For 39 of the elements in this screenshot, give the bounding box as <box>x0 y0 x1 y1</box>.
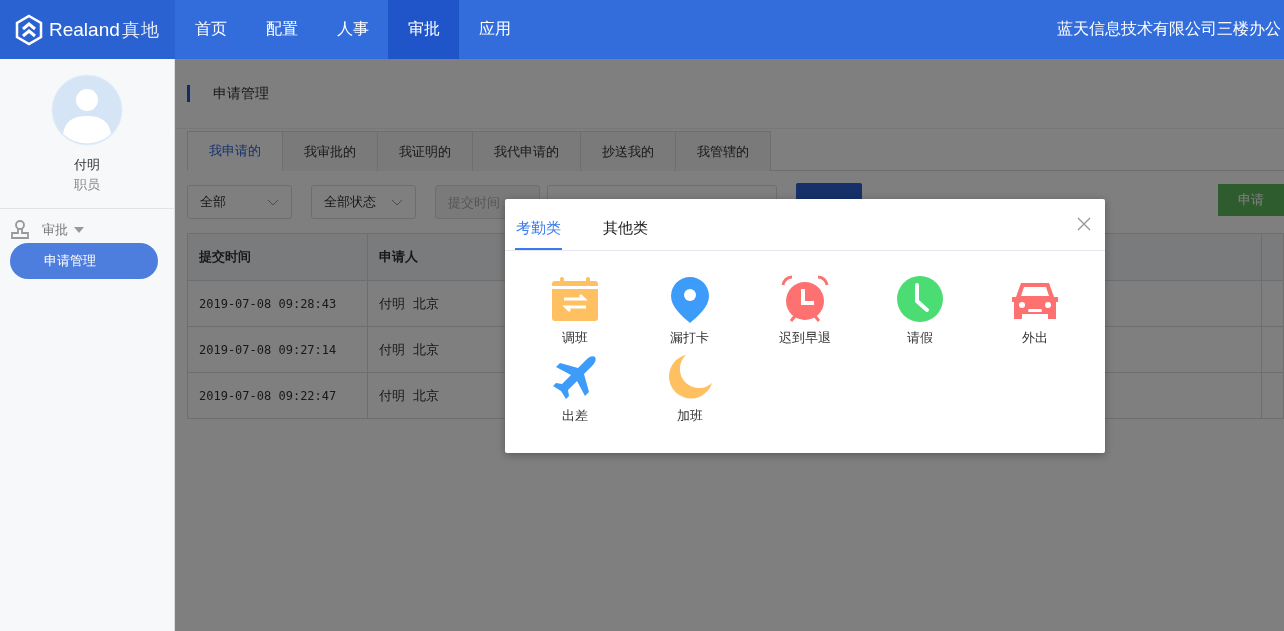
applicant-name: 付明 <box>379 294 405 313</box>
status-select[interactable]: 全部状态 <box>311 185 416 219</box>
nav-tab[interactable]: 配置 <box>246 0 317 59</box>
city-text: 北京 <box>413 340 439 359</box>
logo[interactable]: Realand真地 <box>0 0 175 59</box>
city-text: 北京 <box>413 294 439 313</box>
request-type-item[interactable]: 出差 <box>517 353 632 425</box>
applicant-name: 付明 <box>379 340 405 359</box>
page-title: 申请管理 <box>213 84 269 103</box>
menu-group[interactable]: 审批 <box>0 209 174 243</box>
chevron-down-icon <box>267 198 279 206</box>
city-text: 北京 <box>413 386 439 405</box>
alarm-clock-icon <box>780 275 829 323</box>
tab[interactable]: 我审批的 <box>283 131 378 171</box>
company-name: 蓝天信息技术有限公司三楼办公 <box>1057 19 1281 39</box>
nav-tab[interactable]: 首页 <box>175 0 246 59</box>
user-role: 职员 <box>73 176 101 194</box>
tab[interactable]: 抄送我的 <box>581 131 676 171</box>
table-cell: 2019-07-08 09:22:47 <box>188 373 368 418</box>
tab[interactable]: 我代申请的 <box>473 131 581 171</box>
stamp-icon <box>10 220 30 240</box>
request-type-item[interactable]: 加班 <box>632 353 747 425</box>
nav-tab[interactable]: 应用 <box>459 0 530 59</box>
tab[interactable]: 我申请的 <box>187 131 283 171</box>
menu-item[interactable]: 申请管理 <box>10 243 158 279</box>
user-name: 付明 <box>73 156 101 174</box>
chevron-down-icon <box>391 198 403 206</box>
avatar <box>51 74 123 146</box>
nav-tab[interactable]: 人事 <box>317 0 388 59</box>
nav-tab[interactable]: 审批 <box>388 0 459 59</box>
tab[interactable]: 我证明的 <box>378 131 473 171</box>
calendar-icon <box>550 275 599 323</box>
close-button[interactable] <box>1077 217 1091 231</box>
tab[interactable]: 我管辖的 <box>676 131 771 171</box>
clock-icon <box>895 275 944 323</box>
dialog-tab[interactable]: 考勤类 <box>515 219 562 250</box>
type-select[interactable]: 全部 <box>187 185 292 219</box>
hexagon-chevron-icon <box>14 13 44 46</box>
applicant-name: 付明 <box>379 386 405 405</box>
